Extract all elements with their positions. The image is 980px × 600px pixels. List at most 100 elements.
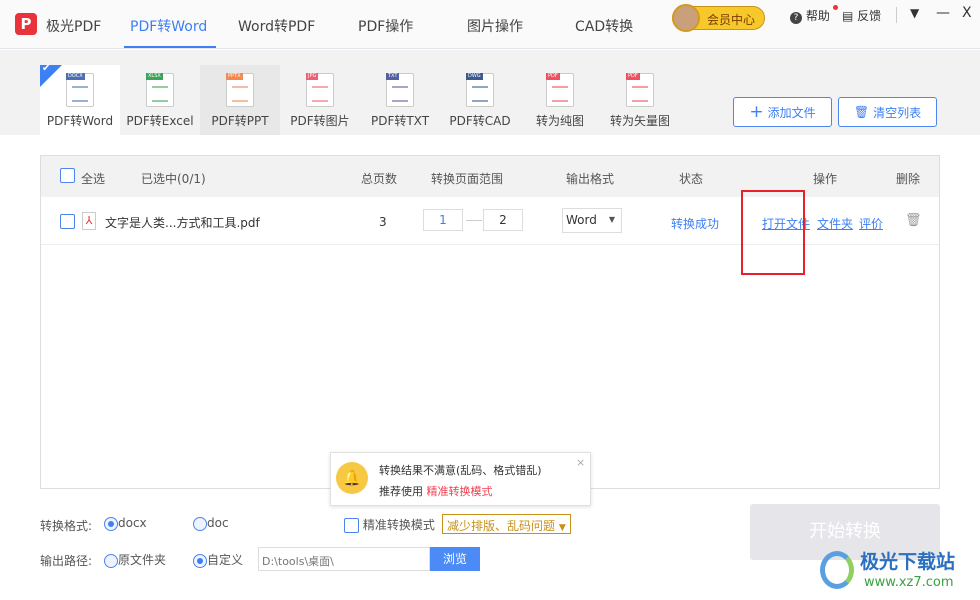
precise-mode-link[interactable]: 精准转换模式 bbox=[427, 485, 493, 498]
file-name: 文字是人类...方式和工具.pdf bbox=[105, 216, 260, 230]
cad-doc-icon: DWG bbox=[466, 73, 494, 107]
range-from-input[interactable]: 1 bbox=[423, 209, 463, 231]
doc-art bbox=[152, 86, 168, 102]
original-folder-radio[interactable]: 原文件夹 bbox=[104, 551, 166, 568]
radio-icon bbox=[193, 516, 207, 531]
doc-art bbox=[472, 86, 488, 102]
pdf-file-icon: ⅄ bbox=[82, 212, 96, 230]
clear-list-button[interactable]: 🗑 清空列表 bbox=[838, 97, 937, 127]
custom-path-label: 自定义 bbox=[207, 553, 244, 567]
tool-cad[interactable]: DWG PDF转CAD bbox=[440, 65, 520, 135]
header-format: 输出格式 bbox=[566, 172, 615, 186]
plus-icon: + bbox=[749, 102, 764, 122]
radio-icon bbox=[104, 553, 118, 568]
app-logo: P bbox=[15, 13, 37, 35]
radio-icon bbox=[193, 553, 207, 568]
notification-dot bbox=[833, 5, 838, 10]
tool-ppt[interactable]: PPTX PDF转PPT bbox=[200, 65, 280, 135]
watermark-logo: 极光下载站 www.xz7.com bbox=[820, 545, 975, 595]
menu-icon[interactable]: ▼ bbox=[910, 6, 919, 20]
tip-popup: 🔔 转换结果不满意(乱码、格式错乱) 推荐使用 精准转换模式 × bbox=[330, 452, 591, 506]
range-to-input[interactable]: 2 bbox=[483, 209, 523, 231]
tool-label: PDF转Excel bbox=[126, 114, 194, 128]
member-center-button[interactable]: 会员中心 bbox=[672, 4, 765, 32]
tool-label: 转为矢量图 bbox=[609, 114, 670, 128]
precise-tip-label: 减少排版、乱码问题 bbox=[447, 519, 556, 533]
watermark-swirl-icon bbox=[820, 551, 854, 589]
help-button[interactable]: ? 帮助 bbox=[790, 7, 830, 24]
tool-label: PDF转Word bbox=[46, 114, 114, 128]
clear-list-label: 清空列表 bbox=[873, 105, 922, 120]
tab-pdf-to-word[interactable]: PDF转Word bbox=[130, 16, 207, 36]
tool-label: PDF转PPT bbox=[211, 114, 269, 128]
feedback-button[interactable]: ▤ 反馈 bbox=[842, 7, 881, 24]
status-text: 转换成功 bbox=[671, 217, 720, 231]
doc-art bbox=[232, 86, 248, 102]
check-mark: ✔ bbox=[42, 63, 51, 74]
tool-image[interactable]: JPG PDF转图片 bbox=[280, 65, 360, 135]
checkbox-icon bbox=[344, 518, 359, 533]
tab-word-to-pdf[interactable]: Word转PDF bbox=[238, 16, 315, 36]
select-all-checkbox[interactable] bbox=[60, 168, 75, 183]
bell-icon: 🔔 bbox=[336, 462, 368, 494]
divider bbox=[896, 7, 897, 23]
tool-word[interactable]: DOCX PDF转Word ✔ bbox=[40, 63, 120, 135]
header-status: 状态 bbox=[679, 172, 704, 186]
tab-image-operations[interactable]: 图片操作 bbox=[467, 16, 523, 36]
tip-close-icon[interactable]: × bbox=[576, 456, 585, 469]
member-center-label: 会员中心 bbox=[707, 13, 756, 27]
row-checkbox[interactable] bbox=[60, 214, 75, 229]
excel-doc-icon: XLSX bbox=[146, 73, 174, 107]
selected-count: 已选中(0/1) bbox=[141, 172, 206, 186]
format-select[interactable]: Word ▼ bbox=[562, 208, 622, 233]
ppt-doc-icon: PPTX bbox=[226, 73, 254, 107]
doc-art bbox=[392, 86, 408, 102]
tool-vector[interactable]: PDF 转为矢量图 bbox=[600, 65, 680, 135]
tool-pure-image[interactable]: PDF 转为纯图 bbox=[520, 65, 600, 135]
close-icon[interactable]: X bbox=[962, 5, 972, 21]
original-folder-label: 原文件夹 bbox=[118, 553, 167, 567]
watermark-url: www.xz7.com bbox=[864, 575, 954, 590]
file-type-tag: JPG bbox=[306, 73, 319, 80]
tab-cad-convert[interactable]: CAD转换 bbox=[575, 16, 633, 36]
custom-path-radio[interactable]: 自定义 bbox=[193, 551, 243, 568]
tool-txt[interactable]: TXT PDF转TXT bbox=[360, 65, 440, 135]
precise-mode-checkbox[interactable]: 精准转换模式 bbox=[344, 516, 435, 533]
rate-link[interactable]: 评价 bbox=[859, 215, 883, 232]
avatar bbox=[672, 4, 700, 32]
file-type-tag: PPTX bbox=[226, 73, 243, 80]
vector-doc-icon: PDF bbox=[626, 73, 654, 107]
chevron-down-icon: ▼ bbox=[608, 215, 615, 224]
file-type-tag: PDF bbox=[546, 73, 560, 80]
tool-label: PDF转图片 bbox=[290, 114, 350, 128]
docx-radio[interactable]: docx bbox=[104, 516, 147, 531]
add-file-button[interactable]: + 添加文件 bbox=[733, 97, 832, 127]
active-tab-underline bbox=[124, 46, 216, 48]
help-label: 帮助 bbox=[805, 9, 830, 23]
docx-label: docx bbox=[118, 516, 147, 530]
file-type-tag: DWG bbox=[466, 73, 483, 80]
word-doc-icon: DOCX bbox=[66, 73, 94, 107]
help-icon: ? bbox=[790, 12, 802, 24]
radio-icon bbox=[104, 516, 118, 531]
tab-pdf-operations[interactable]: PDF操作 bbox=[358, 16, 413, 36]
header-ops: 操作 bbox=[813, 172, 838, 186]
file-type-tag: DOCX bbox=[66, 73, 85, 80]
output-path-input[interactable]: D:\tools\桌面\ bbox=[258, 547, 430, 571]
doc-radio[interactable]: doc bbox=[193, 516, 229, 531]
header-range: 转换页面范围 bbox=[431, 172, 504, 186]
format-value: Word bbox=[566, 213, 597, 227]
file-type-tag: TXT bbox=[386, 73, 400, 80]
precise-tip-dropdown[interactable]: 减少排版、乱码问题 ▼ bbox=[442, 514, 571, 534]
browse-button[interactable]: 浏览 bbox=[430, 547, 480, 571]
doc-art bbox=[312, 86, 328, 102]
select-all-label: 全选 bbox=[81, 172, 106, 186]
range-separator bbox=[466, 220, 482, 221]
minimize-icon[interactable]: — bbox=[936, 5, 950, 21]
title-bar: P 极光PDF PDF转Word Word转PDF PDF操作 图片操作 CAD… bbox=[0, 0, 980, 49]
tool-label: PDF转TXT bbox=[370, 114, 430, 128]
tip-line2: 推荐使用 精准转换模式 bbox=[379, 483, 493, 499]
folder-link[interactable]: 文件夹 bbox=[817, 215, 853, 232]
tool-excel[interactable]: XLSX PDF转Excel bbox=[120, 65, 200, 135]
delete-icon[interactable]: 🗑 bbox=[905, 213, 922, 228]
